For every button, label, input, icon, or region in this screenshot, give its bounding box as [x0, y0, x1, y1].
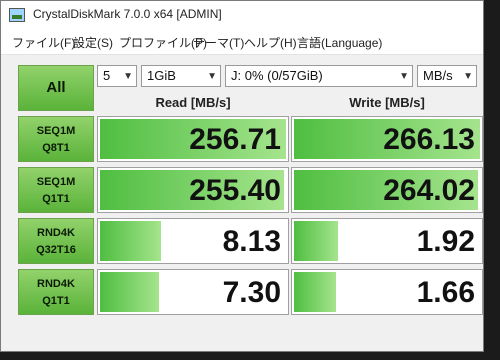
write-result-cell: 266.13 — [291, 116, 483, 162]
chevron-down-icon: ▼ — [399, 71, 409, 82]
app-icon — [9, 8, 25, 22]
menu-theme[interactable]: テーマ(T) — [193, 34, 244, 51]
menu-help[interactable]: ヘルプ(H) — [244, 34, 297, 51]
test-type-label: SEQ1M — [36, 125, 76, 137]
unit-value: MB/s — [423, 68, 453, 83]
run-all-button[interactable]: All — [18, 65, 94, 111]
test-rnd4k-q32t16-button[interactable]: RND4K Q32T16 — [18, 218, 94, 264]
read-result-cell: 255.40 — [97, 167, 289, 213]
write-value: 266.13 — [383, 123, 475, 156]
write-result-cell: 1.92 — [291, 218, 483, 264]
write-progress-bar — [294, 221, 338, 261]
write-progress-bar — [294, 272, 336, 312]
title-bar[interactable]: CrystalDiskMark 7.0.0 x64 [ADMIN] — [1, 1, 483, 29]
write-result-cell: 1.66 — [291, 269, 483, 315]
test-seq1m-q8t1-button[interactable]: SEQ1M Q8T1 — [18, 116, 94, 162]
write-column-header: Write [MB/s] — [349, 95, 425, 110]
chevron-down-icon: ▼ — [207, 71, 217, 82]
read-progress-bar — [100, 272, 159, 312]
menu-bar: ファイル(F) 設定(S) プロファイル(P) テーマ(T) ヘルプ(H) 言語… — [1, 29, 483, 55]
write-value: 1.66 — [416, 276, 475, 309]
read-result-cell: 8.13 — [97, 218, 289, 264]
menu-settings[interactable]: 設定(S) — [73, 34, 113, 51]
read-value: 7.30 — [222, 276, 281, 309]
test-queue-label: Q1T1 — [42, 193, 70, 205]
read-progress-bar — [100, 221, 161, 261]
test-type-label: SEQ1M — [36, 176, 76, 188]
drive-value: J: 0% (0/57GiB) — [231, 68, 323, 83]
test-queue-label: Q8T1 — [42, 142, 70, 154]
test-count-value: 5 — [103, 68, 111, 83]
test-queue-label: Q1T1 — [42, 295, 70, 307]
crystaldiskmark-window: CrystalDiskMark 7.0.0 x64 [ADMIN] ファイル(F… — [0, 0, 484, 352]
test-queue-label: Q32T16 — [36, 244, 76, 256]
test-type-label: RND4K — [37, 227, 75, 239]
read-result-cell: 256.71 — [97, 116, 289, 162]
test-size-value: 1GiB — [147, 68, 176, 83]
menu-language[interactable]: 言語(Language) — [297, 34, 382, 51]
write-result-cell: 264.02 — [291, 167, 483, 213]
read-result-cell: 7.30 — [97, 269, 289, 315]
test-type-label: RND4K — [37, 278, 75, 290]
read-value: 256.71 — [189, 123, 281, 156]
menu-file[interactable]: ファイル(F) — [12, 34, 75, 51]
read-value: 255.40 — [189, 174, 281, 207]
write-value: 1.92 — [416, 225, 475, 258]
drive-select[interactable]: J: 0% (0/57GiB) ▼ — [225, 65, 413, 87]
test-seq1m-q1t1-button[interactable]: SEQ1M Q1T1 — [18, 167, 94, 213]
chevron-down-icon: ▼ — [123, 71, 133, 82]
unit-select[interactable]: MB/s ▼ — [417, 65, 477, 87]
test-size-select[interactable]: 1GiB ▼ — [141, 65, 221, 87]
test-count-select[interactable]: 5 ▼ — [97, 65, 137, 87]
chevron-down-icon: ▼ — [463, 71, 473, 82]
write-value: 264.02 — [383, 174, 475, 207]
read-value: 8.13 — [222, 225, 281, 258]
window-title: CrystalDiskMark 7.0.0 x64 [ADMIN] — [33, 7, 222, 21]
read-column-header: Read [MB/s] — [155, 95, 231, 110]
test-rnd4k-q1t1-button[interactable]: RND4K Q1T1 — [18, 269, 94, 315]
